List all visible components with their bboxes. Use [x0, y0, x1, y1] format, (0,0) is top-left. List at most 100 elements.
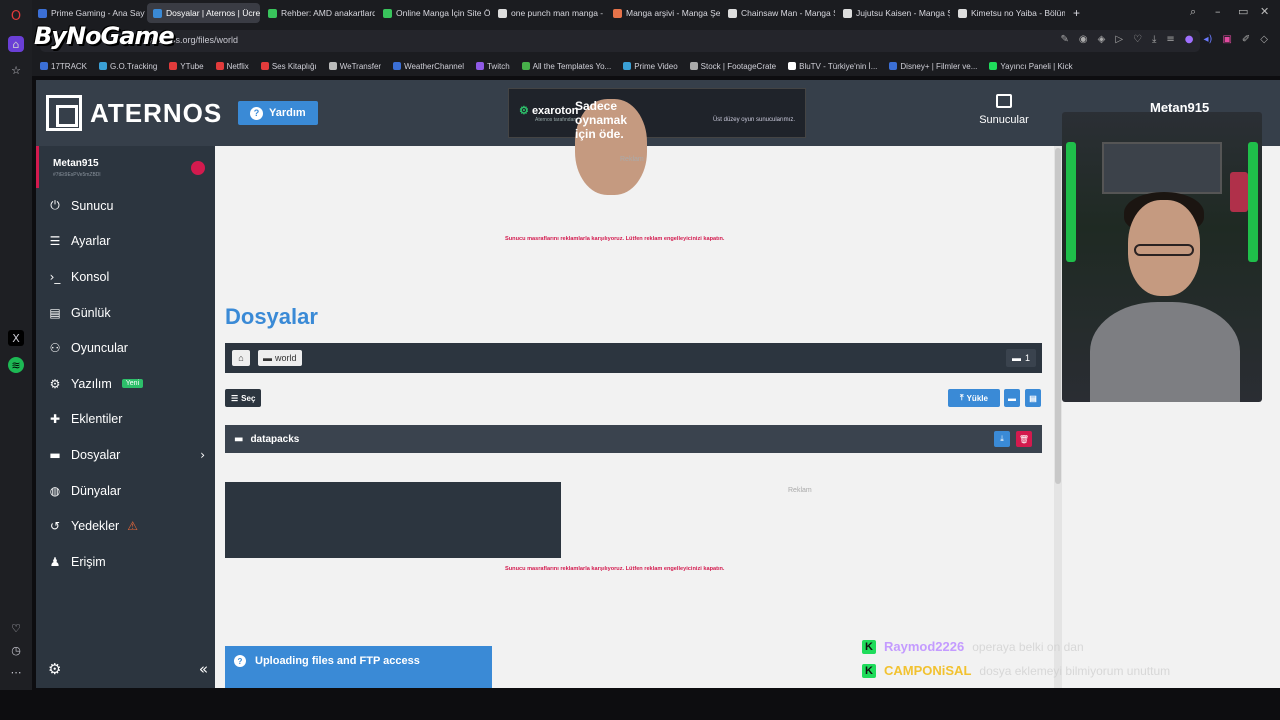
menu-icon[interactable]: ≡	[1166, 34, 1174, 45]
bookmark-item[interactable]: WeatherChannel	[393, 62, 464, 71]
exaroton-ad-banner[interactable]: ⚙ exaroton Aternos tarafından Sadece oyn…	[508, 88, 806, 195]
audio-icon[interactable]: ◂)	[1204, 34, 1213, 45]
bookmark-item[interactable]: BluTV - Türkiye'nin İ...	[788, 62, 877, 71]
aternos-logo[interactable]: ATERNOS	[46, 95, 222, 131]
spotify-icon[interactable]: ≋	[8, 357, 24, 373]
sidebar-item-label: Sunucu	[71, 198, 114, 213]
tab-favicon-icon	[153, 8, 162, 18]
settings-gear-icon[interactable]: ⚙	[48, 660, 61, 678]
file-row[interactable]: ▬ datapacks ⤓ 🗑	[225, 425, 1042, 453]
sidebar-item-ayarlar[interactable]: ☰ Ayarlar	[36, 224, 215, 260]
new-file-icon: ▤	[1029, 393, 1037, 403]
bookmark-item[interactable]: Disney+ | Filmler ve...	[889, 62, 977, 71]
sidebar-item-yedekler[interactable]: ↺ Yedekler ⚠	[36, 508, 215, 544]
new-badge: Yeni	[121, 379, 144, 389]
shield-icon[interactable]: ◈	[1098, 34, 1106, 45]
address-bar[interactable]: aternos.org/files/world	[40, 30, 1200, 52]
history-clock-icon[interactable]: ◷	[8, 642, 24, 658]
bookmark-item[interactable]: Twitch	[475, 62, 510, 71]
address-row: aternos.org/files/world ByNoGame ✎ ◉ ◈ ▷…	[32, 22, 1280, 56]
browser-tab[interactable]: Kimetsu no Yaiba - Bölüm	[952, 3, 1065, 23]
opera-logo-icon[interactable]: O	[8, 8, 24, 24]
upload-button[interactable]: ⤒ Yükle	[948, 389, 1000, 407]
folder-icon: ▬	[234, 433, 244, 445]
puzzle-ext-icon[interactable]: ◇	[1260, 34, 1268, 45]
upload-label: Yükle	[966, 393, 988, 403]
browser-tab[interactable]: Jujutsu Kaisen - Manga Ş	[837, 3, 950, 23]
world-crumb-button[interactable]: ▬ world	[258, 350, 302, 366]
sidebar-item-sunucu[interactable]: ⏻ Sunucu	[36, 188, 215, 224]
select-label: Seç	[241, 393, 256, 403]
browser-tab[interactable]: Rehber: AMD anakartlarda	[262, 3, 375, 23]
bookmark-item[interactable]: YTube	[169, 62, 204, 71]
bookmark-item[interactable]: Ses Kitaplığı	[260, 62, 317, 71]
sidebar-item-eri-im[interactable]: ♟ Erişim	[36, 544, 215, 580]
ftp-help-box[interactable]: ? Uploading files and FTP access	[225, 646, 492, 688]
power-icon: ⏻	[50, 198, 60, 213]
sidebar-item-yaz-l-m[interactable]: ⚙ Yazılım Yeni	[36, 366, 215, 402]
heart-toolbar-icon[interactable]: ♡	[1133, 34, 1142, 45]
sidebar-item-label: Dünyalar	[71, 483, 122, 498]
bookmark-item[interactable]: Yayıncı Paneli | Kick	[989, 62, 1073, 71]
tab-favicon-icon	[268, 8, 277, 18]
home-crumb-button[interactable]: ⌂	[232, 350, 250, 366]
browser-tab[interactable]: Online Manga İçin Site Ö	[377, 3, 490, 23]
minimize-icon[interactable]: –	[1215, 5, 1221, 18]
browser-tab[interactable]: Dosyalar | Aternos | Ücret	[147, 3, 260, 23]
browser-tab[interactable]: Prime Gaming - Ana Sayfa	[32, 3, 145, 23]
profile-icon[interactable]: ●	[1185, 34, 1194, 45]
edit-icon[interactable]: ✎	[1060, 34, 1068, 45]
tab-favicon-icon	[498, 8, 507, 18]
delete-button[interactable]: 🗑	[1016, 431, 1032, 447]
tab-label: Chainsaw Man - Manga Ş	[741, 8, 835, 18]
sidebar-item-g-nl-k[interactable]: ▤ Günlük	[36, 295, 215, 331]
tab-label: Kimetsu no Yaiba - Bölüm	[971, 8, 1065, 18]
more-icon[interactable]: ⋯	[8, 664, 24, 680]
home-icon[interactable]: ⌂	[8, 36, 24, 52]
server-info[interactable]: Metan915 #7tEt9EsPVe5mZBDl	[36, 146, 215, 188]
maximize-icon[interactable]: ▭	[1238, 5, 1248, 18]
star-icon[interactable]: ☆	[8, 62, 24, 78]
browser-tab[interactable]: Manga arşivi - Manga Şe	[607, 3, 720, 23]
scroll-thumb[interactable]	[1055, 148, 1061, 484]
sidebar-item-oyuncular[interactable]: ⚇ Oyuncular	[36, 330, 215, 366]
heart-icon[interactable]: ♡	[8, 620, 24, 636]
sidebar-item-d-nyalar[interactable]: ◍ Dünyalar	[36, 473, 215, 509]
close-window-icon[interactable]: ✕	[1260, 5, 1269, 18]
pen-icon[interactable]: ✐	[1242, 34, 1250, 45]
bookmark-item[interactable]: G.O.Tracking	[99, 62, 157, 71]
bookmark-item[interactable]: WeTransfer	[328, 62, 381, 71]
sidebar-item-dosyalar[interactable]: ▬ Dosyalar ›	[36, 437, 215, 473]
tab-label: Jujutsu Kaisen - Manga Ş	[856, 8, 950, 18]
bookmark-item[interactable]: Prime Video	[623, 62, 678, 71]
sidebar-item-eklentiler[interactable]: ✚ Eklentiler	[36, 402, 215, 438]
servers-link[interactable]: Sunucular	[976, 94, 1032, 126]
camera-icon[interactable]: ◉	[1079, 34, 1088, 45]
help-button[interactable]: ? Yardım	[238, 101, 318, 125]
bookmark-item[interactable]: Netflix	[215, 62, 249, 71]
download-button[interactable]: ⤓	[994, 431, 1010, 447]
search-tabs-icon[interactable]: ⌕	[1190, 5, 1196, 19]
new-tab-button[interactable]: +	[1067, 3, 1086, 23]
tab-label: Dosyalar | Aternos | Ücret	[166, 8, 260, 18]
browser-tab[interactable]: one punch man manga -	[492, 3, 605, 23]
bookmark-item[interactable]: All the Templates Yo...	[521, 62, 611, 71]
new-file-button[interactable]: ▤	[1025, 389, 1041, 407]
bookmark-item[interactable]: Stock | FootageCrate	[689, 62, 776, 71]
new-folder-button[interactable]: ▬	[1004, 389, 1020, 407]
tab-label: one punch man manga -	[511, 8, 604, 18]
select-button[interactable]: ☰ Seç	[225, 389, 262, 407]
exaroton-logo-icon: ⚙	[519, 105, 529, 117]
tab-favicon-icon	[613, 8, 622, 18]
bookmark-item[interactable]: 17TRACK	[40, 62, 87, 71]
collapse-sidebar-icon[interactable]: «	[199, 660, 208, 678]
x-twitter-icon[interactable]: X	[8, 330, 24, 346]
browser-tab[interactable]: Chainsaw Man - Manga Ş	[722, 3, 835, 23]
page-scrollbar[interactable]	[1054, 146, 1062, 688]
extension-icon[interactable]: ▣	[1222, 34, 1231, 45]
play-icon[interactable]: ▷	[1115, 34, 1123, 45]
bookmark-label: G.O.Tracking	[110, 61, 158, 71]
download-icon[interactable]: ⤓	[1152, 34, 1156, 45]
breadcrumb-folder: world	[275, 353, 297, 363]
sidebar-item-konsol[interactable]: ›_ Konsol	[36, 259, 215, 295]
